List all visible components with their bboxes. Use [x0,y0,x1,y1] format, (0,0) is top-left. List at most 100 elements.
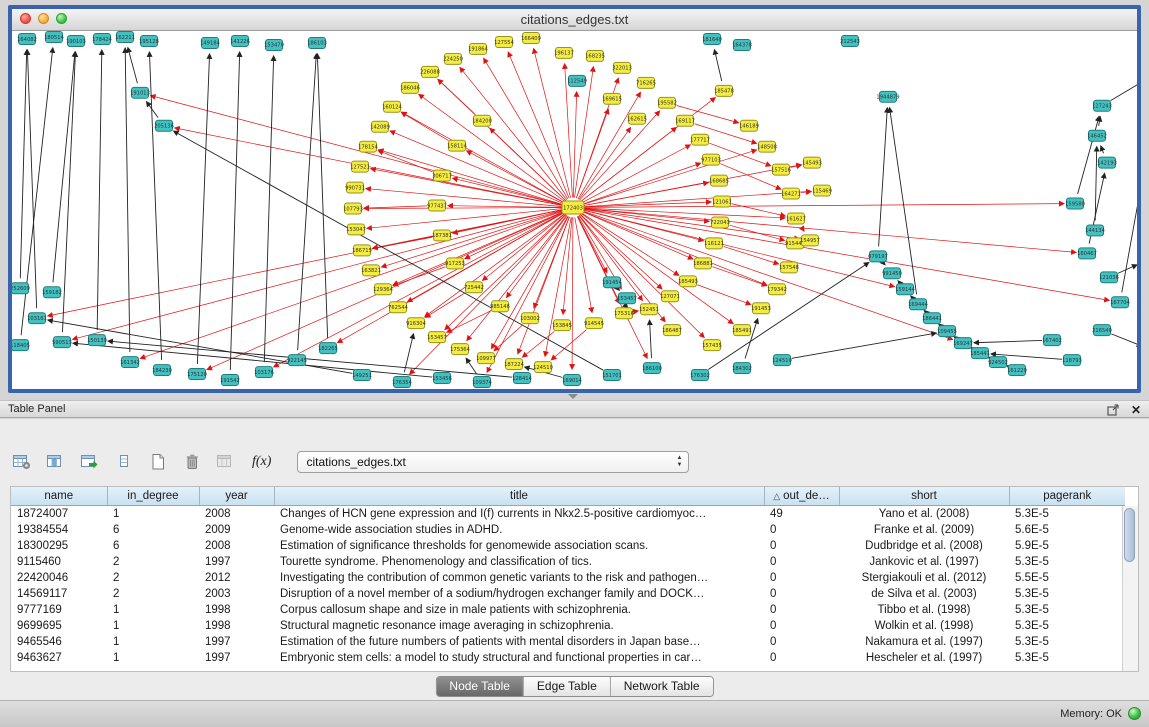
graph-node[interactable]: 212543 [840,35,860,46]
graph-node[interactable]: 924502 [988,357,1008,368]
graph-node[interactable]: 103161 [27,313,47,324]
graph-node[interactable]: 185478 [714,85,734,96]
graph-edge[interactable] [419,94,565,201]
graph-node[interactable]: 186715 [352,245,372,256]
graph-edge[interactable] [924,310,925,311]
graph-node[interactable]: 169615 [602,93,622,104]
graph-node[interactable]: 169117 [675,115,695,126]
graph-node[interactable]: 252609 [12,283,30,294]
graph-edge[interactable] [128,48,138,84]
graph-edge[interactable] [393,267,445,286]
graph-edge[interactable] [890,108,917,295]
graph-node[interactable]: 191864 [468,43,489,54]
tab-edge-table[interactable]: Edge Table [524,677,611,696]
show-columns-button[interactable] [46,453,66,471]
graph-edge[interactable] [197,54,209,364]
graph-node[interactable]: 990731 [345,182,365,193]
graph-node[interactable]: 168235 [585,50,605,61]
graph-edge[interactable] [317,54,327,338]
window-titlebar[interactable]: citations_edges.txt [12,9,1137,31]
table-row[interactable]: 1830029562008Estimation of significance … [11,538,1125,554]
graph-node[interactable]: 160467 [1077,248,1097,259]
graph-node[interactable]: 179342 [767,284,787,295]
graph-edge[interactable] [583,208,1076,252]
graph-node[interactable]: 124510 [772,355,792,366]
graph-node[interactable]: 161627 [786,213,806,224]
graph-node[interactable]: 184302 [732,363,752,374]
table-row[interactable]: 1456911722003Disruption of a novel membe… [11,586,1125,602]
graph-node[interactable]: 725442 [464,282,484,293]
graph-edge[interactable] [1101,146,1104,153]
graph-edge[interactable] [801,227,804,231]
graph-edge[interactable] [911,296,912,297]
graph-node[interactable]: 185493 [678,276,698,287]
panel-divider-handle[interactable] [568,394,578,399]
graph-node[interactable]: 153457 [617,293,637,304]
graph-node[interactable]: 195582 [657,97,677,108]
graph-node[interactable]: 186441 [922,313,942,324]
graph-node[interactable]: 322013 [612,62,632,73]
graph-edge[interactable] [364,208,563,209]
graph-node[interactable]: 167402 [1042,335,1062,346]
graph-edge[interactable] [404,334,413,372]
graph-node[interactable]: 109374 [472,377,493,388]
graph-node[interactable]: 162211 [115,31,135,42]
graph-node[interactable]: 590513 [52,337,72,348]
graph-node[interactable]: 185441 [970,348,990,359]
graph-edge[interactable] [634,311,638,312]
column-header-name[interactable]: name [11,487,107,505]
graph-node[interactable]: 149251 [352,370,372,381]
graph-node[interactable]: 151701 [602,370,622,381]
graph-node[interactable]: 127071 [660,291,680,302]
graph-node[interactable]: 161229 [1007,365,1027,376]
network-table-selector[interactable]: citations_edges.txt ▲▼ [297,451,689,473]
graph-node[interactable]: 922145 [287,355,307,366]
graph-node[interactable]: 146189 [739,120,759,131]
graph-edge[interactable] [378,151,432,172]
graph-node[interactable]: 722043 [710,217,730,228]
column-header-out_degree[interactable]: △out_de… [764,487,839,505]
graph-edge[interactable] [730,225,785,240]
graph-edge[interactable] [619,290,620,291]
graph-node[interactable]: 226088 [420,66,440,77]
graph-edge[interactable] [484,58,568,199]
graph-node[interactable]: 185491 [732,325,752,336]
network-canvas[interactable]: 1724031860461601241420891781541275219907… [12,31,1137,389]
graph-edge[interactable] [523,331,555,357]
graph-node[interactable]: 224250 [443,53,463,64]
column-header-short[interactable]: short [839,487,1009,505]
graph-node[interactable]: 149184 [200,37,221,48]
graph-node[interactable]: 164271 [781,188,801,199]
graph-node[interactable]: 762544 [388,302,409,313]
table-row[interactable]: 1938455462009Genome-wide association stu… [11,522,1125,538]
graph-node[interactable]: 164378 [732,39,752,50]
graph-node[interactable]: 162615 [627,113,647,124]
graph-node[interactable]: 118405 [12,340,30,351]
graph-node[interactable]: 127554 [494,36,515,47]
scrollbar-thumb[interactable] [1124,508,1135,562]
graph-node[interactable]: 181640 [702,33,722,44]
graph-node[interactable]: 977103 [701,154,721,165]
close-panel-icon[interactable]: ✕ [1131,402,1141,418]
column-header-year[interactable]: year [199,487,274,505]
graph-node[interactable]: 991450 [882,268,902,279]
table-row[interactable]: 969969511998Structural magnetic resonanc… [11,618,1125,634]
graph-edge[interactable] [650,320,652,358]
graph-node[interactable]: 186881 [693,258,713,269]
graph-node[interactable]: 158114 [447,140,468,151]
graph-edge[interactable] [712,267,766,286]
graph-node[interactable]: 195128 [139,35,159,46]
graph-node[interactable]: 142193 [1097,157,1117,168]
graph-node[interactable]: 154957 [800,235,820,246]
graph-node[interactable]: 914545 [584,318,604,329]
graph-edge[interactable] [379,150,564,205]
graph-node[interactable]: 146452 [1087,130,1107,141]
graph-node[interactable]: 103176 [254,367,274,378]
graph-edge[interactable] [62,52,75,332]
graph-edge[interactable] [580,214,662,289]
new-table-button[interactable] [148,453,168,471]
graph-node[interactable]: 160124 [382,101,403,112]
graph-edge[interactable] [792,333,936,358]
graph-edge[interactable] [274,212,564,367]
graph-edge[interactable] [465,212,564,259]
